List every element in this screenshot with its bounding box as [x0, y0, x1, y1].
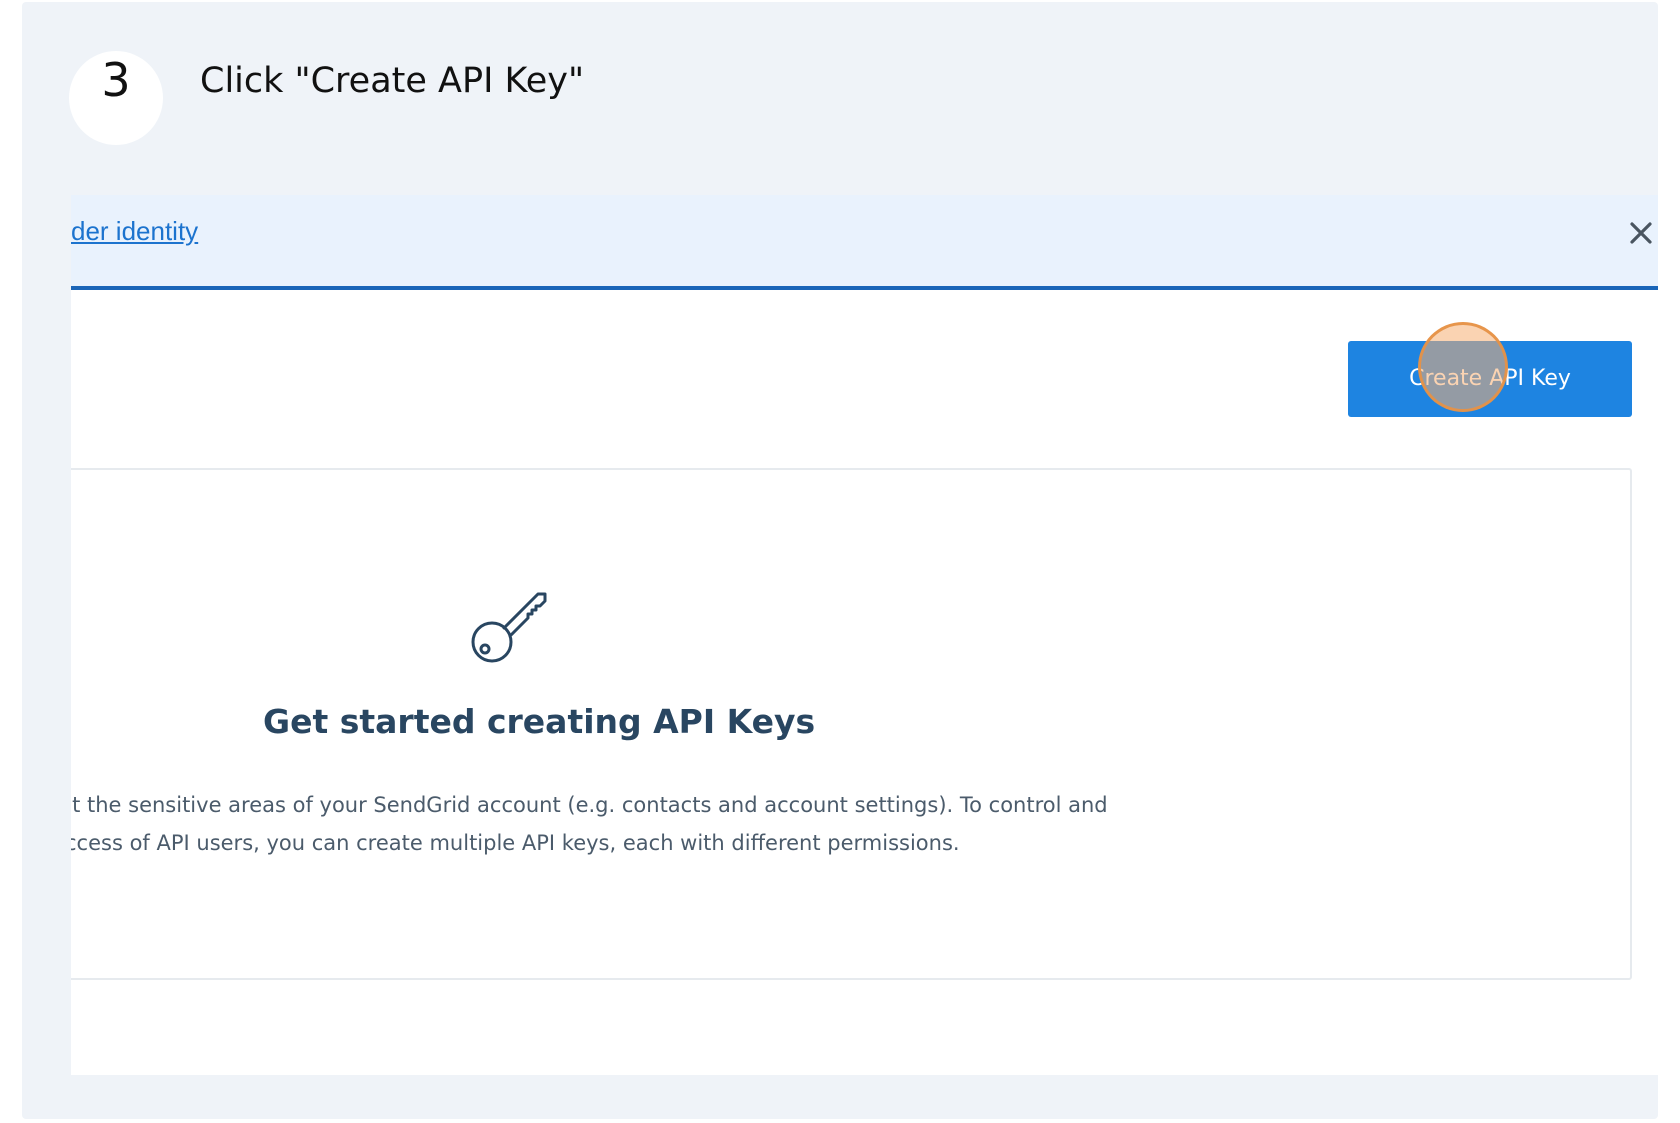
empty-state-description: :t the sensitive areas of your SendGrid … [71, 786, 1265, 862]
create-api-key-button[interactable]: Create API Key [1348, 341, 1632, 417]
close-icon[interactable] [1626, 218, 1656, 248]
app-screenshot: der identity Create API Key Get started … [71, 195, 1658, 1075]
step-card: 3 Click "Create API Key" der identity Cr… [22, 2, 1658, 1119]
notification-banner: der identity [71, 195, 1658, 290]
sender-identity-link[interactable]: der identity [71, 214, 198, 248]
key-icon [468, 580, 554, 666]
screenshot-frame: 3 Click "Create API Key" der identity Cr… [0, 0, 1680, 1123]
step-number: 3 [101, 53, 131, 107]
description-line: :t the sensitive areas of your SendGrid … [71, 793, 1108, 817]
empty-state-title: Get started creating API Keys [263, 702, 816, 741]
step-title: Click "Create API Key" [200, 61, 585, 101]
description-line: ccess of API users, you can create multi… [71, 831, 960, 855]
